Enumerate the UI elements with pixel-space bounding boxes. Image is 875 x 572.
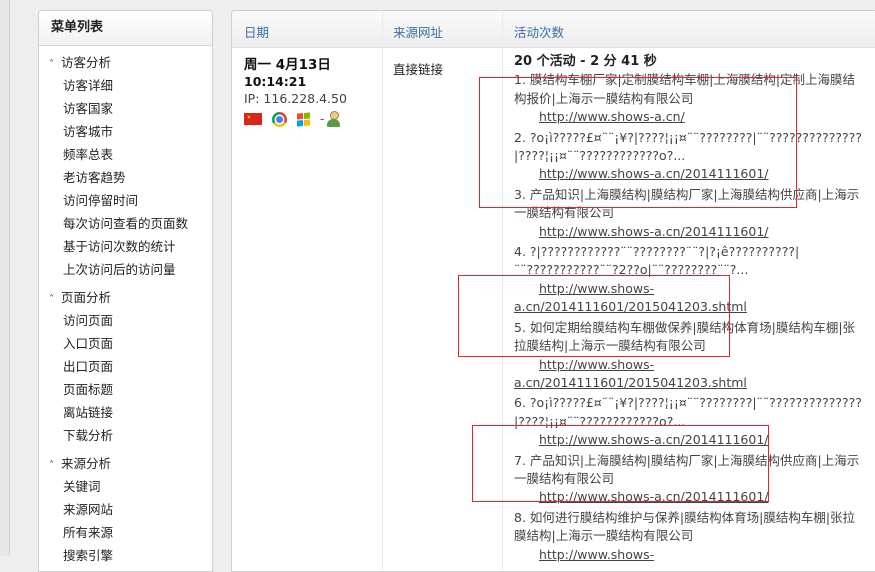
chevron-up-icon: ˄	[49, 294, 54, 305]
section-page-analysis: ˄ 页面分析 访问页面 入口页面 出口页面 页面标题 离站链接 下载分析	[39, 287, 212, 447]
url-line: http://www.shows-	[539, 280, 655, 296]
window-left-edge	[0, 0, 10, 556]
action-item: 4. ?|????????????¨¨????????¨¨?|?¡ê??????…	[514, 243, 864, 317]
actions-summary: 20 个活动 - 2 分 41 秒	[514, 54, 657, 69]
sidebar-item-visited-pages[interactable]: 访问页面	[39, 309, 212, 332]
chevron-up-icon: ˄	[49, 59, 54, 70]
sidebar-item-visit-duration[interactable]: 访问停留时间	[39, 189, 212, 212]
sidebar-item-outlinks[interactable]: 离站链接	[39, 401, 212, 424]
action-url-link[interactable]: http://www.shows-a.cn/2014111601/2015041…	[514, 356, 864, 393]
visit-referrer: 直接链接	[393, 62, 444, 77]
windows-icon	[297, 111, 310, 127]
visit-icons: -	[244, 110, 347, 128]
action-url-link[interactable]: http://www.shows-a.cn/2014111601/2015041…	[514, 280, 864, 317]
sidebar-item-visitor-detail[interactable]: 访客详细	[39, 74, 212, 97]
action-url-link[interactable]: http://www.shows-	[514, 546, 864, 564]
chevron-up-icon: ˄	[49, 460, 54, 471]
sidebar-item-returning-trend[interactable]: 老访客趋势	[39, 166, 212, 189]
action-title: 7. 产品知识|上海膜结构|膜结构厂家|上海膜结构供应商|上海示一膜结构有限公司	[514, 452, 860, 486]
sidebar-menu: 菜单列表 ˄ 访客分析 访客详细 访客国家 访客城市 频率总表 老访客趋势 访问停…	[38, 10, 213, 572]
action-title: 3. 产品知识|上海膜结构|膜结构厂家|上海膜结构供应商|上海示一膜结构有限公司	[514, 186, 860, 221]
action-item: 7. 产品知识|上海膜结构|膜结构厂家|上海膜结构供应商|上海示一膜结构有限公司…	[514, 452, 864, 507]
action-title: 6. ?o¡ì?????£¤¨¨¡¥?|????¦¡¡¤¨¨????????|¨…	[514, 395, 862, 429]
sidebar-item-visitor-city[interactable]: 访客城市	[39, 120, 212, 143]
action-item: 1. 膜结构车棚厂家|定制膜结构车棚|上海膜结构|定制上海膜结构报价|上海示一膜…	[514, 71, 864, 126]
sidebar-item-downloads[interactable]: 下载分析	[39, 424, 212, 447]
visitor-icon[interactable]	[326, 111, 341, 127]
sidebar-item-frequency[interactable]: 频率总表	[39, 143, 212, 166]
sidebar-item-keywords[interactable]: 关键词	[39, 475, 212, 498]
sidebar-title: 菜单列表	[39, 11, 212, 46]
action-url-link[interactable]: http://www.shows-a.cn/	[514, 108, 864, 126]
sidebar-item-entry-pages[interactable]: 入口页面	[39, 332, 212, 355]
section-header-visitor-analysis[interactable]: ˄ 访客分析	[39, 52, 212, 74]
visit-ip: IP: 116.228.4.50	[244, 91, 347, 106]
sidebar-item-pages-per-visit[interactable]: 每次访问查看的页面数	[39, 212, 212, 235]
action-url-link[interactable]: http://www.shows-a.cn/2014111601/	[514, 165, 864, 183]
action-item: 5. 如何定期给膜结构车棚做保养|膜结构体育场|膜结构车棚|张拉膜结构|上海示一…	[514, 319, 864, 393]
action-title: 2. ?o¡ì?????£¤¨¨¡¥?|????¦¡¡¤¨¨????????|¨…	[514, 129, 862, 164]
action-title: 4. ?|????????????¨¨????????¨¨?|?¡ê??????…	[514, 244, 800, 278]
sidebar-item-visit-count-stats[interactable]: 基于访问次数的统计	[39, 235, 212, 258]
table-header: 日期 来源网址 活动次数	[232, 11, 875, 48]
column-divider	[382, 11, 383, 571]
visit-date: 周一 4月13日	[244, 57, 331, 73]
action-item: 6. ?o¡ì?????£¤¨¨¡¥?|????¦¡¡¤¨¨????????|¨…	[514, 394, 864, 449]
visit-time: 10:14:21	[244, 74, 307, 89]
section-header-referrer-analysis[interactable]: ˄ 来源分析	[39, 453, 212, 475]
sidebar-item-page-titles[interactable]: 页面标题	[39, 378, 212, 401]
action-title: 1. 膜结构车棚厂家|定制膜结构车棚|上海膜结构|定制上海膜结构报价|上海示一膜…	[514, 72, 856, 106]
china-flag-icon	[244, 113, 262, 125]
sidebar-item-visitor-country[interactable]: 访客国家	[39, 97, 212, 120]
action-item: 2. ?o¡ì?????£¤¨¨¡¥?|????¦¡¡¤¨¨????????|¨…	[514, 129, 864, 184]
url-line: http://www.shows-	[539, 356, 655, 372]
visitor-log-table: 日期 来源网址 活动次数 周一 4月13日 10:14:21 IP: 116.2…	[231, 10, 875, 572]
section-visitor-analysis: ˄ 访客分析 访客详细 访客国家 访客城市 频率总表 老访客趋势 访问停留时间 每…	[39, 52, 212, 281]
icon-separator: -	[320, 112, 325, 126]
action-url-link[interactable]: http://www.shows-a.cn/2014111601/	[514, 431, 864, 449]
sidebar-item-referrer-sites[interactable]: 来源网站	[39, 498, 212, 521]
url-line: a.cn/2014111601/2015041203.shtml	[514, 374, 747, 390]
action-url-link[interactable]: http://www.shows-a.cn/2014111601/	[514, 488, 864, 506]
url-line: a.cn/2014111601/2015041203.shtml	[514, 299, 747, 315]
section-header-page-analysis[interactable]: ˄ 页面分析	[39, 287, 212, 309]
sidebar-item-all-referrers[interactable]: 所有来源	[39, 521, 212, 544]
column-divider	[502, 11, 503, 571]
sidebar-item-exit-pages[interactable]: 出口页面	[39, 355, 212, 378]
action-title: 5. 如何定期给膜结构车棚做保养|膜结构体育场|膜结构车棚|张拉膜结构|上海示一…	[514, 319, 856, 354]
action-item: 3. 产品知识|上海膜结构|膜结构厂家|上海膜结构供应商|上海示一膜结构有限公司…	[514, 186, 864, 241]
sidebar-item-since-last-visit[interactable]: 上次访问后的访问量	[39, 258, 212, 281]
column-header-referrer[interactable]: 来源网址	[393, 22, 443, 41]
column-header-actions[interactable]: 活动次数	[514, 22, 564, 41]
action-title: 8. 如何进行膜结构维护与保养|膜结构体育场|膜结构车棚|张拉膜结构|上海示一膜…	[514, 509, 856, 544]
visit-date-cell: 周一 4月13日 10:14:21 IP: 116.228.4.50 -	[244, 47, 347, 128]
chrome-icon	[272, 111, 287, 127]
action-url-link[interactable]: http://www.shows-a.cn/2014111601/	[514, 223, 864, 241]
column-header-date[interactable]: 日期	[244, 22, 269, 41]
visit-actions-cell: 20 个活动 - 2 分 41 秒 1. 膜结构车棚厂家|定制膜结构车棚|上海膜…	[514, 47, 864, 566]
section-referrer-analysis: ˄ 来源分析 关键词 来源网站 所有来源 搜索引擎	[39, 453, 212, 567]
